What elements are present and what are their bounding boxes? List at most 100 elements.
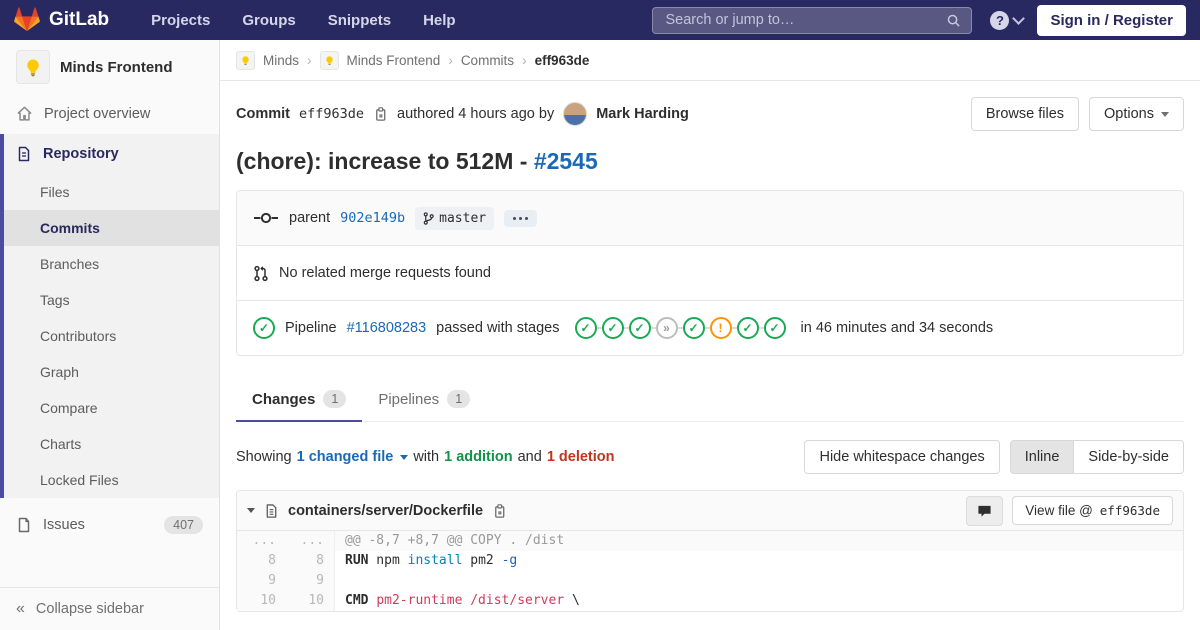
sidebar-item-compare[interactable]: Compare: [4, 390, 219, 426]
showing-label: Showing: [236, 449, 292, 465]
author-name[interactable]: Mark Harding: [596, 106, 689, 122]
branch-badge[interactable]: master: [415, 206, 495, 230]
pipeline-row: ✓ Pipeline #116808283 passed with stages…: [237, 300, 1183, 355]
new-line-number[interactable]: 8: [286, 551, 335, 571]
sidebar-item-tags[interactable]: Tags: [4, 282, 219, 318]
pipeline-stage-passed-icon[interactable]: ✓: [601, 317, 624, 339]
copy-sha-button[interactable]: [373, 106, 388, 122]
copy-path-button[interactable]: [492, 503, 507, 519]
breadcrumb-separator: ›: [522, 52, 527, 68]
parent-row: parent 902e149b master: [237, 191, 1183, 245]
changed-files-label: 1 changed file: [296, 449, 394, 465]
pipeline-stage-passed-icon[interactable]: ✓: [736, 317, 759, 339]
old-line-number[interactable]: ...: [237, 531, 286, 551]
search-input[interactable]: [663, 11, 947, 29]
pipeline-id-link[interactable]: #116808283: [347, 320, 427, 336]
nav-link-groups[interactable]: Groups: [242, 12, 295, 29]
pipeline-stage-passed-icon[interactable]: ✓: [574, 317, 597, 339]
commit-info-box: parent 902e149b master No related merge …: [236, 190, 1184, 356]
diff-file-path[interactable]: containers/server/Dockerfile: [288, 503, 483, 519]
sidebar-item-charts[interactable]: Charts: [4, 426, 219, 462]
toggle-comments-button[interactable]: [966, 495, 1004, 526]
changed-files-dropdown[interactable]: 1 changed file: [297, 449, 394, 465]
old-line-number[interactable]: 9: [237, 571, 286, 591]
parent-label: parent: [289, 210, 331, 226]
inline-view-button[interactable]: Inline: [1009, 440, 1075, 474]
breadcrumb-separator: ›: [307, 52, 312, 68]
no-merge-requests-text: No related merge requests found: [279, 265, 491, 281]
main-content: Minds › Minds Frontend › Commits › eff963de Co…: [220, 40, 1200, 630]
breadcrumb-avatar: [236, 50, 255, 70]
parent-sha-link[interactable]: 902e149b: [340, 210, 405, 226]
tabs: Changes 1 Pipelines 1: [236, 378, 1184, 422]
diff-row: 10 10 CMD pm2-runtime /dist/server \: [237, 591, 1183, 611]
pipeline-stage-passed-icon[interactable]: ✓: [763, 317, 786, 339]
breadcrumb-link-minds-frontend[interactable]: Minds Frontend: [347, 53, 441, 68]
stage-connector: [758, 327, 764, 329]
sidebar-item-commits[interactable]: Commits: [4, 210, 219, 246]
tab-label: Changes: [252, 390, 316, 408]
collapse-sidebar-button[interactable]: « Collapse sidebar: [0, 587, 219, 630]
issues-icon: [16, 517, 32, 533]
new-line-number[interactable]: 10: [286, 591, 335, 611]
with-label: with: [413, 449, 440, 465]
sign-in-register-button[interactable]: Sign in / Register: [1037, 4, 1186, 36]
and-label: and: [517, 449, 542, 465]
sidebar-item-repository[interactable]: Repository: [4, 134, 219, 174]
browse-files-button[interactable]: Browse files: [970, 97, 1080, 131]
sidebar-item-contributors[interactable]: Contributors: [4, 318, 219, 354]
old-line-number[interactable]: 8: [237, 551, 286, 571]
sidebar-item-branches[interactable]: Branches: [4, 246, 219, 282]
pipeline-stage-passed-icon[interactable]: ✓: [682, 317, 705, 339]
collapse-sidebar-label: Collapse sidebar: [35, 601, 144, 617]
side-by-side-view-button[interactable]: Side-by-side: [1073, 440, 1184, 474]
repo-subitems: Files Commits Branches Tags Contributors Grap…: [4, 174, 219, 498]
collapse-diff-caret-icon[interactable]: [247, 508, 255, 513]
sidebar-item-locked-files[interactable]: Locked Files: [4, 462, 219, 498]
expand-branches-button[interactable]: [504, 209, 538, 227]
merge-request-icon: [253, 265, 269, 282]
file-icon: [264, 503, 279, 519]
tab-pipelines[interactable]: Pipelines 1: [362, 378, 486, 422]
sidebar-item-issues[interactable]: Issues 407: [0, 504, 219, 546]
help-menu[interactable]: ?: [990, 10, 1026, 30]
top-navbar: GitLab Projects Groups Snippets Help ? Sign…: [0, 0, 1200, 40]
chevron-down-icon: [1012, 12, 1026, 25]
help-icon: ?: [990, 10, 1010, 30]
deletions-count: 1 deletion: [546, 449, 615, 465]
pipeline-status-text: passed with stages: [436, 320, 560, 336]
pipeline-stage-passed-icon[interactable]: ✓: [628, 317, 651, 339]
new-line-number[interactable]: 9: [286, 571, 335, 591]
old-line-number[interactable]: 10: [237, 591, 286, 611]
pipeline-stage-skipped-icon[interactable]: »: [655, 317, 678, 339]
view-file-button[interactable]: View file @ eff963de: [1012, 496, 1173, 525]
breadcrumb-link-commits[interactable]: Commits: [461, 53, 514, 68]
pipeline-duration: in 46 minutes and 34 seconds: [800, 320, 994, 336]
sidebar-item-project-overview[interactable]: Project overview: [0, 93, 219, 134]
sidebar-item-label: Project overview: [44, 105, 151, 122]
project-name: Minds Frontend: [60, 58, 173, 76]
repository-section: Repository Files Commits Branches Tags Contr…: [0, 134, 219, 498]
pipeline-status-icon: ✓: [253, 317, 275, 339]
issue-link[interactable]: #2545: [534, 148, 598, 174]
sidebar-item-files[interactable]: Files: [4, 174, 219, 210]
tab-changes[interactable]: Changes 1: [236, 378, 363, 422]
stage-connector: [623, 327, 629, 329]
pipeline-stage-warning-icon[interactable]: !: [709, 317, 732, 339]
document-icon: [16, 146, 32, 162]
diff-view-toggle: Inline Side-by-side: [1009, 440, 1184, 474]
gitlab-logo[interactable]: GitLab: [14, 7, 109, 33]
options-button[interactable]: Options: [1089, 97, 1184, 131]
commit-label: Commit: [236, 106, 290, 122]
project-context[interactable]: Minds Frontend: [0, 40, 219, 93]
nav-link-projects[interactable]: Projects: [151, 12, 210, 29]
author-avatar[interactable]: [563, 102, 588, 126]
tab-count-badge: 1: [323, 390, 347, 408]
nav-link-help[interactable]: Help: [423, 12, 456, 29]
nav-link-snippets[interactable]: Snippets: [328, 12, 391, 29]
breadcrumb-link-minds[interactable]: Minds: [263, 53, 299, 68]
sidebar-item-graph[interactable]: Graph: [4, 354, 219, 390]
search-box[interactable]: [652, 6, 973, 34]
new-line-number[interactable]: ...: [286, 531, 335, 551]
hide-whitespace-button[interactable]: Hide whitespace changes: [804, 440, 1000, 474]
